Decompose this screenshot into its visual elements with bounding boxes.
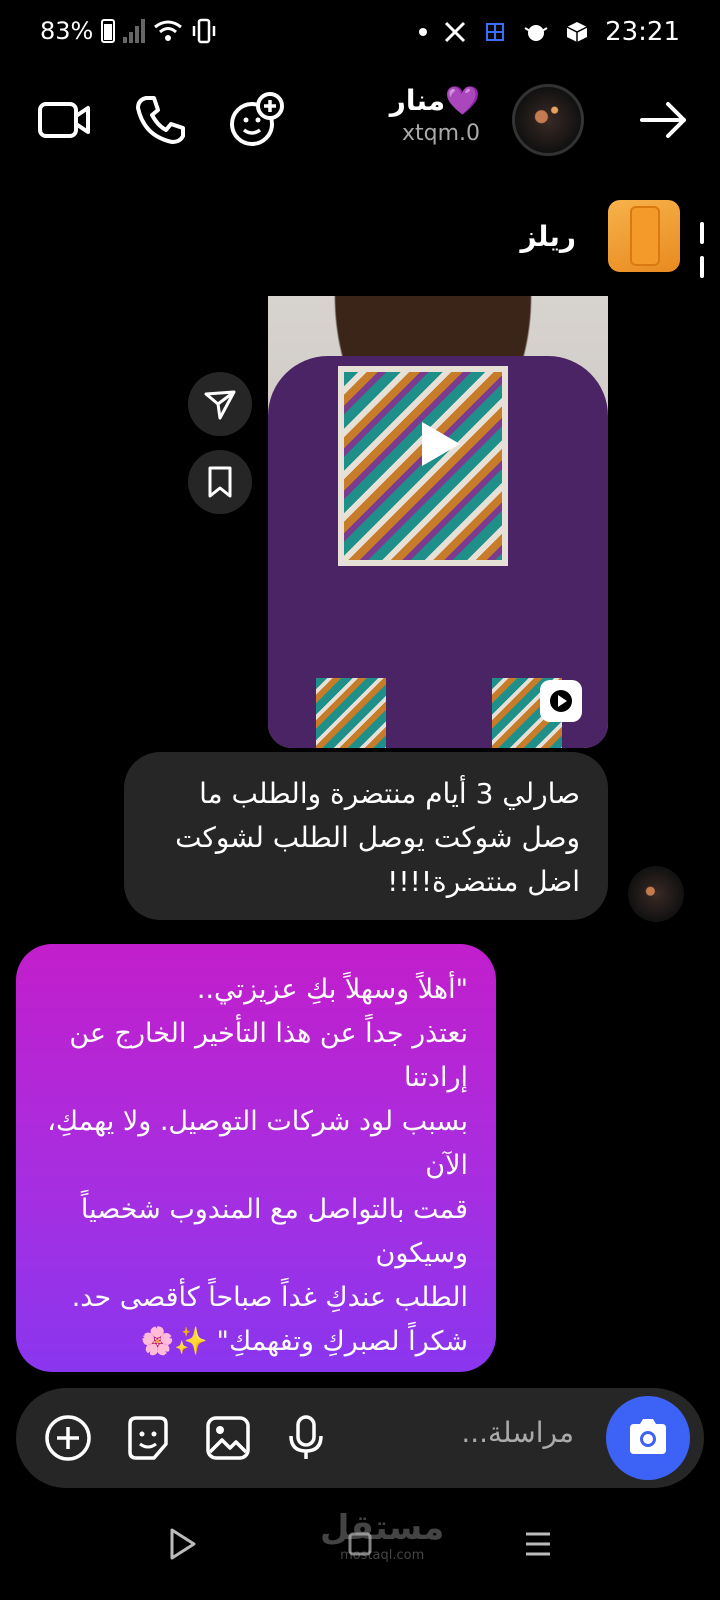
message-input[interactable]: مراسلة...: [461, 1416, 574, 1449]
signal-icon: [123, 19, 146, 43]
reply-bar: [700, 222, 704, 244]
video-frame-pocket: [316, 678, 386, 748]
battery-icon: [101, 19, 116, 43]
contact-avatar[interactable]: [512, 84, 584, 156]
reels-thumbnail[interactable]: [608, 200, 680, 272]
play-icon[interactable]: [408, 414, 468, 474]
nav-back-icon[interactable]: [158, 1520, 206, 1568]
share-button[interactable]: [188, 372, 252, 436]
wifi-icon: [154, 20, 183, 41]
contact-username: xtqm.0: [401, 121, 480, 146]
reels-label: ريلز: [520, 220, 576, 253]
reel-badge-icon: [540, 680, 582, 722]
phone-call-icon[interactable]: [128, 88, 192, 152]
sender-avatar: [628, 866, 684, 922]
battery-percent: 83%: [40, 17, 94, 45]
contact-info[interactable]: منار💜 xtqm.0: [390, 84, 480, 146]
nav-menu-icon[interactable]: [514, 1520, 562, 1568]
camera-button[interactable]: [606, 1396, 690, 1480]
notification-dot-icon: [419, 28, 428, 36]
sticker-icon[interactable]: [124, 1414, 172, 1462]
app-notification-icon: [486, 23, 505, 41]
gallery-icon[interactable]: [204, 1414, 252, 1462]
back-arrow-icon[interactable]: [636, 92, 692, 148]
outgoing-message-text: "أهلاً وسهلاً بكِ عزيزتي.. نعتذر جداً عن…: [47, 974, 468, 1357]
contact-name: منار💜: [389, 84, 480, 117]
camera-icon: [630, 1419, 666, 1454]
vibrate-icon: [193, 18, 216, 44]
microphone-icon[interactable]: [282, 1414, 330, 1462]
outgoing-message[interactable]: "أهلاً وسهلاً بكِ عزيزتي.. نعتذر جداً عن…: [16, 944, 496, 1372]
incoming-message[interactable]: صارلي 3 أيام منتضرة والطلب ما وصل شوكت ي…: [124, 752, 608, 920]
clock: 23:21: [605, 17, 680, 47]
add-icon[interactable]: [44, 1414, 92, 1462]
sticker-add-icon[interactable]: [224, 88, 288, 152]
bug-icon: [524, 25, 548, 41]
status-bar: 83% 23:21: [0, 0, 720, 64]
x-logo-icon: [445, 21, 466, 43]
shared-reel-video[interactable]: [268, 296, 608, 748]
box-icon: [566, 22, 588, 42]
reply-bar: [700, 256, 704, 278]
nav-home-icon[interactable]: [336, 1520, 384, 1568]
video-call-icon[interactable]: [32, 88, 96, 152]
save-button[interactable]: [188, 450, 252, 514]
message-composer: مراسلة...: [16, 1388, 704, 1488]
incoming-message-text: صارلي 3 أيام منتضرة والطلب ما وصل شوكت ي…: [175, 777, 580, 898]
